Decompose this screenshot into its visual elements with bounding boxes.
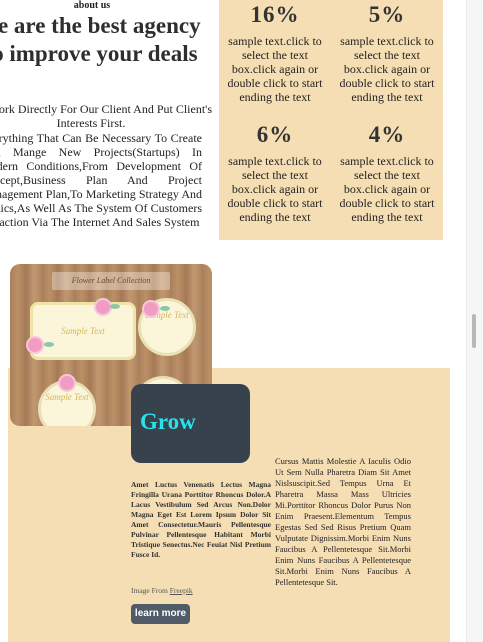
- sample-label-rect: Sample Text: [30, 302, 136, 360]
- credit-prefix: Image From: [131, 586, 168, 595]
- stat-card-2[interactable]: 5% sample text.click to select the text …: [331, 0, 443, 120]
- stat-card-3[interactable]: 6% sample text.click to select the text …: [219, 120, 331, 240]
- grow-title: Grow: [140, 409, 196, 434]
- stat-text: sample text.click to select the text box…: [227, 154, 323, 224]
- scrollbar-thumb[interactable]: [472, 314, 476, 348]
- stat-text: sample text.click to select the text box…: [339, 34, 435, 104]
- flower-decoration: [96, 300, 110, 314]
- stat-text: sample text.click to select the text box…: [339, 154, 435, 224]
- image-banner: Flower Label Collection: [52, 272, 170, 290]
- stat-text: sample text.click to select the text box…: [227, 34, 323, 104]
- stat-card-1[interactable]: 16% sample text.click to select the text…: [219, 0, 331, 120]
- stat-value: 6%: [256, 122, 294, 147]
- leaf-decoration: [110, 304, 120, 309]
- about-us-label: about us: [73, 0, 111, 11]
- body-paragraph: Everything That Can Be Necessary To Crea…: [0, 131, 202, 229]
- grow-description: Amet Luctus Venenatis Lectus Magna Fring…: [131, 480, 271, 559]
- page-viewport: about us we are the best agency to impro…: [0, 0, 466, 642]
- stat-card-4[interactable]: 4% sample text.click to select the text …: [331, 120, 443, 240]
- stat-value: 5%: [368, 2, 406, 27]
- right-column-text: Cursus Mattis Molestie A Iaculis Odio Ut…: [275, 456, 411, 587]
- leaf-decoration: [160, 306, 170, 311]
- stat-value: 4%: [368, 122, 406, 147]
- learn-more-button[interactable]: learn more: [131, 604, 190, 624]
- lead-paragraph: We Work Directly For Our Client And Put …: [0, 102, 212, 130]
- flower-decoration: [60, 376, 74, 390]
- stat-value: 16%: [250, 2, 300, 27]
- flower-decoration: [144, 302, 158, 316]
- image-credit: Image From Freepik: [131, 586, 193, 595]
- leaf-decoration: [44, 342, 54, 347]
- freepik-link[interactable]: Freepik: [170, 586, 193, 595]
- flower-decoration: [28, 338, 42, 352]
- page-headline: we are the best agency to improve your d…: [0, 13, 201, 66]
